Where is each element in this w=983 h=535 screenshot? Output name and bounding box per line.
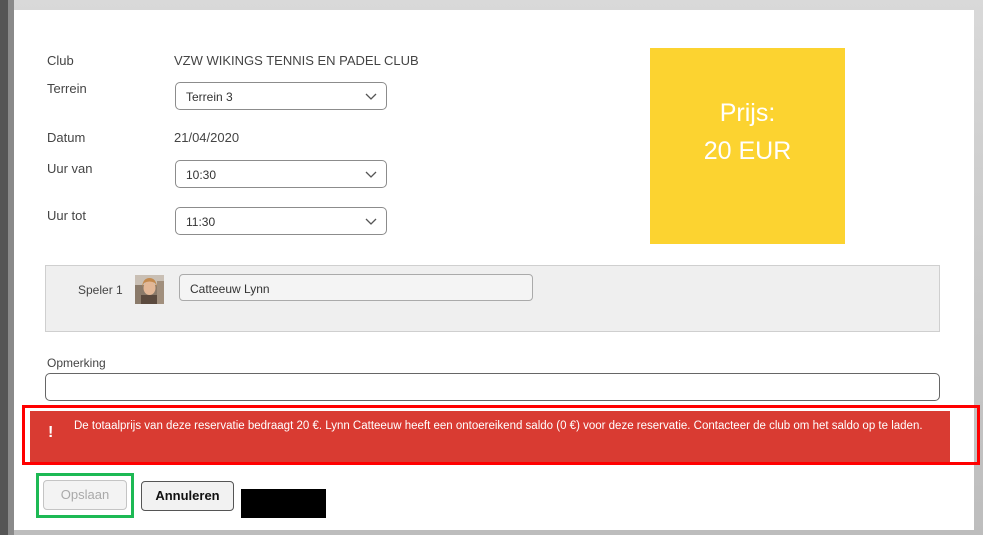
players-section: Speler 1 Catteeuw Lynn bbox=[45, 265, 940, 332]
remark-label: Opmerking bbox=[47, 356, 106, 370]
club-value: VZW WIKINGS TENNIS EN PADEL CLUB bbox=[174, 53, 419, 68]
chevron-down-icon bbox=[365, 218, 377, 225]
background-edge bbox=[0, 0, 8, 535]
remark-input[interactable] bbox=[45, 373, 940, 401]
price-label: Prijs: bbox=[719, 99, 776, 127]
to-time-select-value: 11:30 bbox=[186, 215, 216, 229]
from-time-select-value: 10:30 bbox=[186, 168, 217, 182]
terrain-select-value: Terrein 3 bbox=[186, 90, 233, 104]
chevron-down-icon bbox=[365, 171, 377, 178]
from-time-label: Uur van bbox=[47, 161, 93, 176]
to-time-select[interactable]: 11:30 bbox=[175, 207, 387, 235]
club-label: Club bbox=[47, 53, 74, 68]
player-1-name: Catteeuw Lynn bbox=[190, 282, 270, 296]
price-amount: 20 EUR bbox=[703, 137, 792, 165]
cancel-button[interactable]: Annuleren bbox=[141, 481, 234, 511]
player-avatar bbox=[135, 275, 164, 304]
date-label: Datum bbox=[47, 130, 86, 145]
player-1-label: Speler 1 bbox=[78, 283, 123, 297]
terrain-label: Terrein bbox=[47, 81, 87, 96]
from-time-select[interactable]: 10:30 bbox=[175, 160, 387, 188]
to-time-label: Uur tot bbox=[47, 208, 87, 223]
player-1-name-field[interactable]: Catteeuw Lynn bbox=[179, 274, 533, 301]
price-box: Prijs: 20 EUR bbox=[650, 48, 845, 244]
terrain-select[interactable]: Terrein 3 bbox=[175, 82, 387, 110]
chevron-down-icon bbox=[365, 93, 377, 100]
save-highlight-frame bbox=[36, 473, 134, 518]
date-value: 21/04/2020 bbox=[174, 130, 240, 145]
alert-highlight-frame bbox=[22, 405, 980, 465]
redacted-area bbox=[241, 489, 326, 518]
